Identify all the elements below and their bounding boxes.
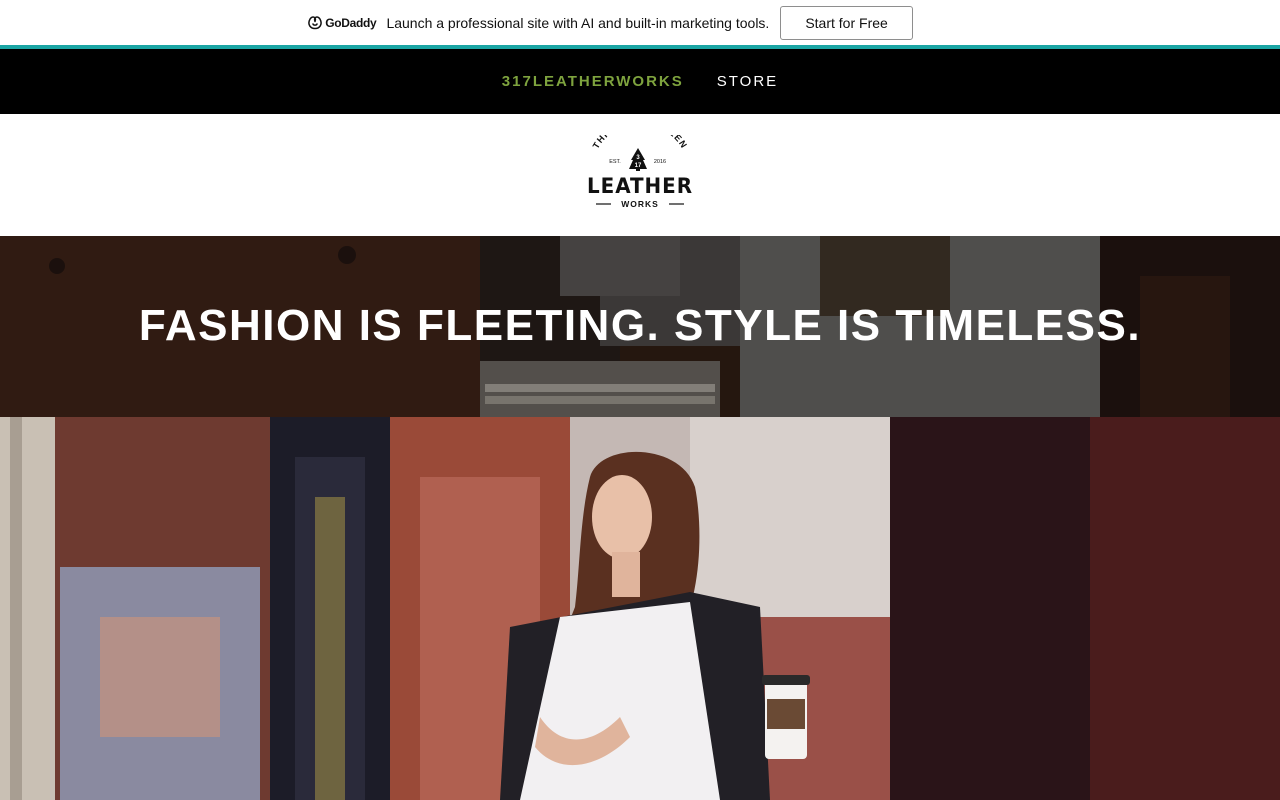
promo-bar: GoDaddy Launch a professional site with … xyxy=(0,0,1280,45)
logo-main-text: LEATHER xyxy=(587,174,693,198)
hero-banner: FASHION IS FLEETING. STYLE IS TIMELESS. xyxy=(0,236,1280,417)
nav-item-store[interactable]: STORE xyxy=(717,73,778,90)
hero-title: FASHION IS FLEETING. STYLE IS TIMELESS. xyxy=(138,300,1142,350)
logo-est-text: EST. xyxy=(609,159,621,165)
logo-top-arc-text: THREE SEVENTEEN xyxy=(591,135,689,150)
nav-item-home[interactable]: 317LEATHERWORKS xyxy=(502,73,684,90)
promo-message: Launch a professional site with AI and b… xyxy=(386,14,770,31)
logo-area: THREE SEVENTEEN EST. 2016 3 17 LEATHER W… xyxy=(0,114,1280,236)
main-nav: 317LEATHERWORKS STORE xyxy=(0,49,1280,114)
featured-photo xyxy=(0,417,1280,800)
godaddy-icon xyxy=(308,16,322,30)
site-logo[interactable]: THREE SEVENTEEN EST. 2016 3 17 LEATHER W… xyxy=(584,135,696,215)
logo-badge-bottom: 17 xyxy=(635,163,642,169)
godaddy-logo[interactable]: GoDaddy xyxy=(307,15,377,30)
start-for-free-button[interactable]: Start for Free xyxy=(780,5,913,40)
model-photo xyxy=(0,417,1280,800)
promo-content: GoDaddy Launch a professional site with … xyxy=(307,5,913,40)
logo-year-text: 2016 xyxy=(654,159,666,165)
logo-sub-text: WORKS xyxy=(621,199,659,209)
godaddy-wordmark: GoDaddy xyxy=(325,15,377,30)
svg-text:THREE SEVENTEEN: THREE SEVENTEEN xyxy=(591,135,690,150)
